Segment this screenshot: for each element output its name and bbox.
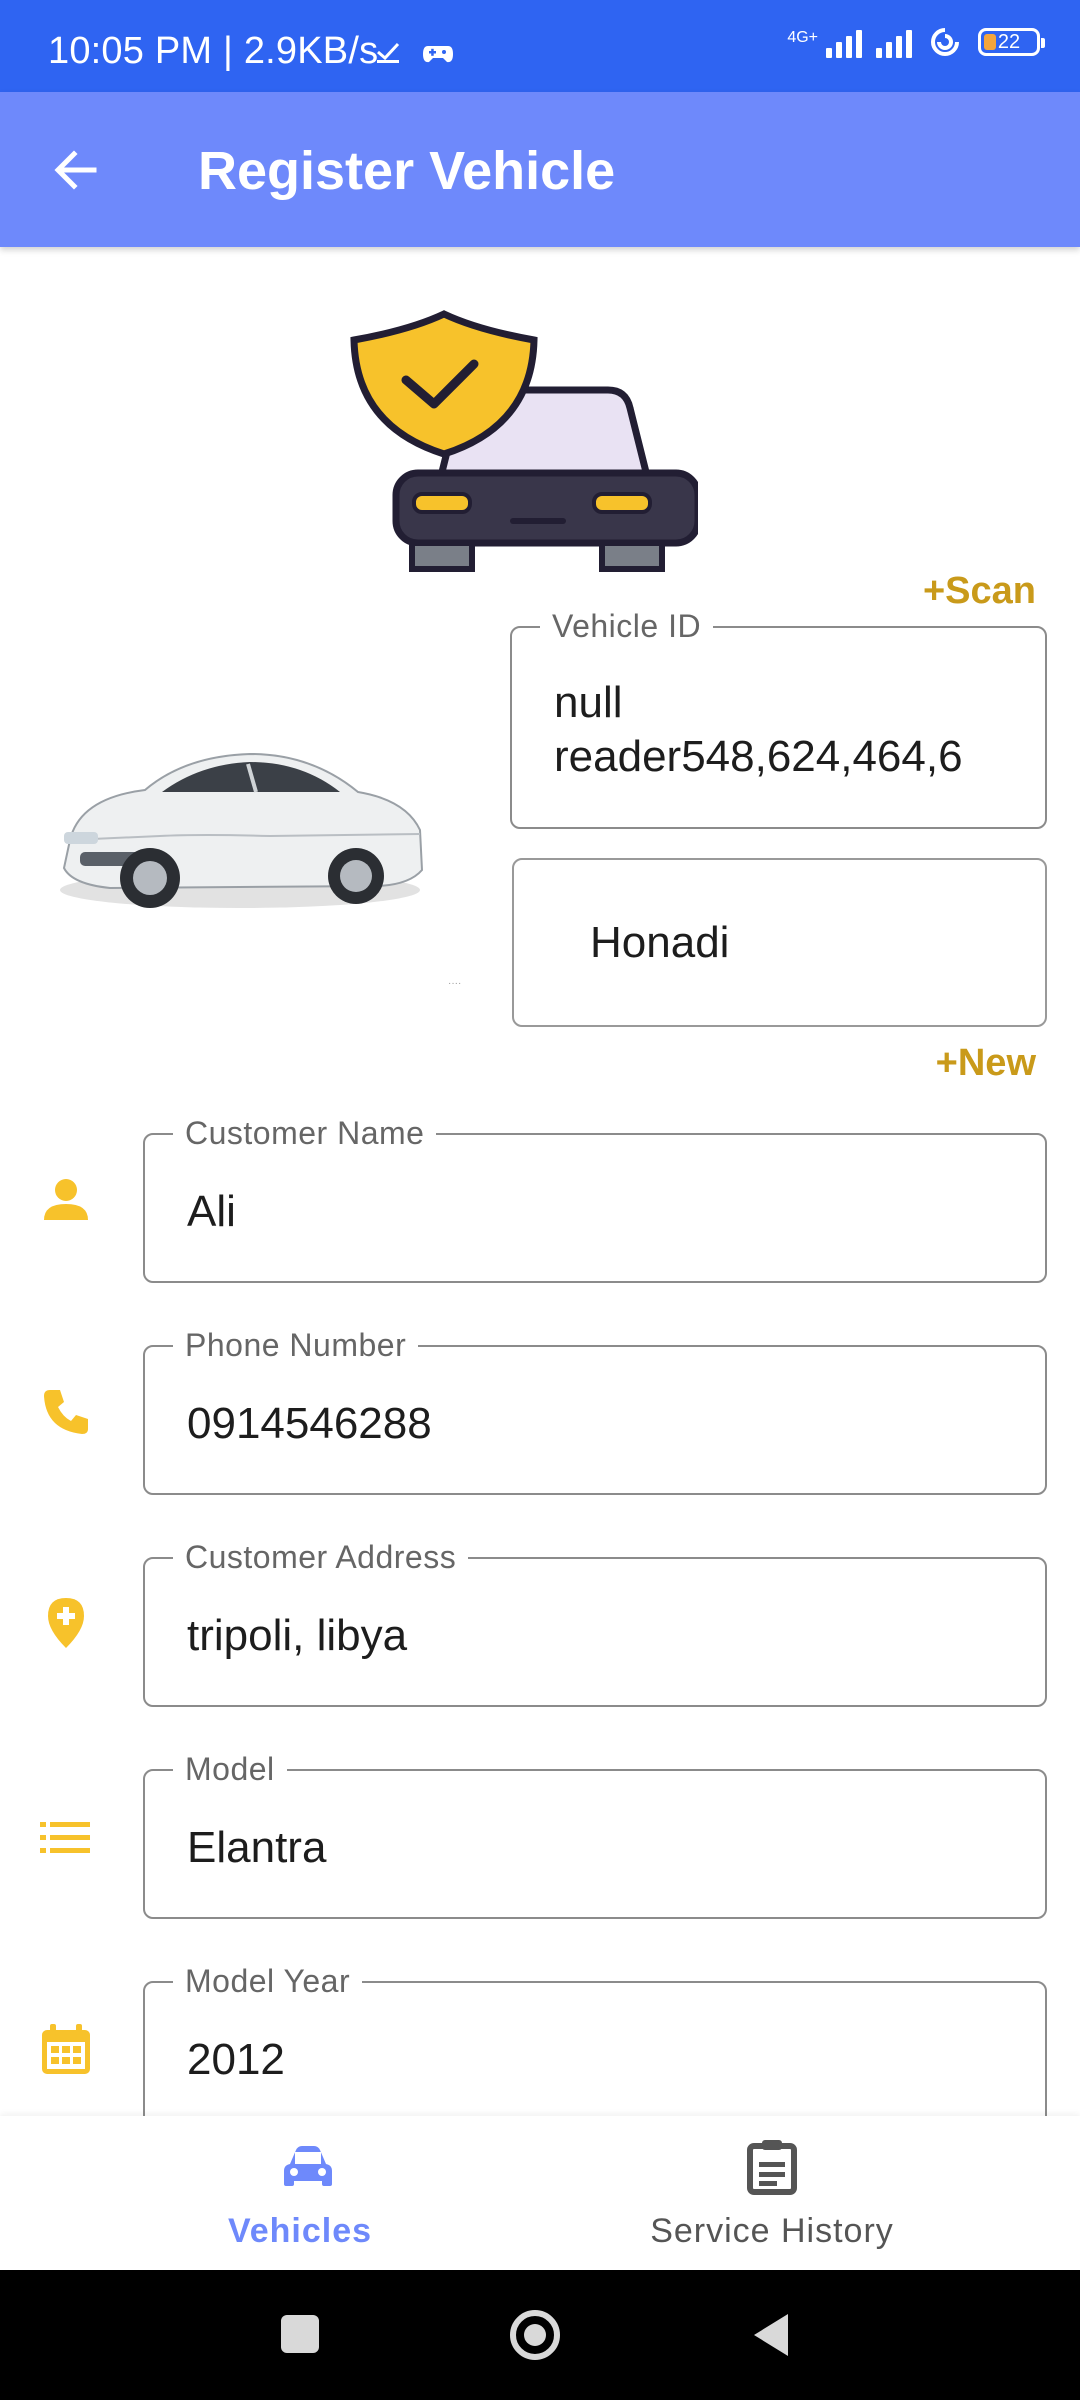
nav-service-history[interactable]: Service History xyxy=(502,2116,1042,2270)
scan-button[interactable]: +Scan xyxy=(923,570,1036,613)
customer-name-label: Customer Name xyxy=(173,1115,437,1151)
signal-icon xyxy=(826,26,862,58)
bottom-navigation: Vehicles Service History xyxy=(0,2116,1080,2270)
vehicle-id-line2: reader548,624,464,6 xyxy=(554,732,963,781)
hotspot-icon xyxy=(931,28,959,56)
vehicle-id-label: Vehicle ID xyxy=(540,608,714,644)
new-button[interactable]: +New xyxy=(936,1042,1036,1085)
customer-address-value: tripoli, libya xyxy=(187,1611,408,1660)
network-type: 4G+ xyxy=(787,29,818,46)
phone-number-label: Phone Number xyxy=(173,1327,419,1363)
model-year-value: 2012 xyxy=(187,2035,285,2084)
customer-address-label: Customer Address xyxy=(173,1539,469,1575)
vehicle-id-field[interactable]: Vehicle ID null reader548,624,464,6 xyxy=(510,608,1047,829)
arrow-back-icon[interactable] xyxy=(48,142,104,198)
nav-vehicles[interactable]: Vehicles xyxy=(38,2116,578,2270)
nav-service-history-label: Service History xyxy=(650,2212,894,2250)
model-year-field[interactable]: Model Year 2012 xyxy=(143,1963,1047,2131)
model-label: Model xyxy=(173,1751,287,1787)
make-value: Honadi xyxy=(590,918,730,967)
location-icon xyxy=(48,1598,84,1648)
back-button[interactable] xyxy=(750,2310,792,2360)
model-field[interactable]: Model Elantra xyxy=(143,1751,1047,1919)
document-icon xyxy=(747,2140,797,2195)
vehicle-id-value: null reader548,624,464,6 xyxy=(554,676,963,784)
vehicle-shield-illustration xyxy=(350,310,698,572)
list-icon xyxy=(40,1822,90,1853)
phone-number-value: 0914546288 xyxy=(187,1399,432,1448)
status-bar: 10:05 PM | 2.9KB/s 4G+ 22 xyxy=(0,0,1080,92)
photo-caption: ···· xyxy=(448,978,462,989)
car-photo xyxy=(60,752,424,908)
customer-name-field[interactable]: Customer Name Ali xyxy=(143,1115,1047,1283)
car-icon xyxy=(284,2146,332,2186)
battery-icon: 22 xyxy=(978,28,1045,56)
game-controller-icon xyxy=(423,46,453,63)
signal-icon-2 xyxy=(876,26,912,58)
system-navigation-bar xyxy=(0,2270,1080,2400)
phone-icon xyxy=(44,1390,88,1434)
calendar-icon xyxy=(42,2024,90,2074)
model-value: Elantra xyxy=(187,1823,327,1872)
customer-name-value: Ali xyxy=(187,1187,236,1236)
page-title: Register Vehicle xyxy=(198,141,616,201)
status-icons: 4G+ 22 xyxy=(787,26,1045,58)
nav-vehicles-label: Vehicles xyxy=(227,2212,373,2250)
recent-apps-button[interactable] xyxy=(281,2315,319,2353)
download-done-icon xyxy=(377,42,400,63)
vehicle-id-line1: null xyxy=(554,678,623,727)
customer-address-field[interactable]: Customer Address tripoli, libya xyxy=(143,1539,1047,1707)
status-time: 10:05 PM | 2.9KB/s xyxy=(48,30,379,72)
make-field[interactable]: Honadi xyxy=(512,858,1047,1027)
phone-number-field[interactable]: Phone Number 0914546288 xyxy=(143,1327,1047,1495)
model-year-label: Model Year xyxy=(173,1963,363,1999)
home-button[interactable] xyxy=(510,2310,560,2360)
person-icon xyxy=(44,1179,88,1220)
battery-level: 22 xyxy=(997,30,1021,53)
app-bar: Register Vehicle xyxy=(0,92,1080,247)
